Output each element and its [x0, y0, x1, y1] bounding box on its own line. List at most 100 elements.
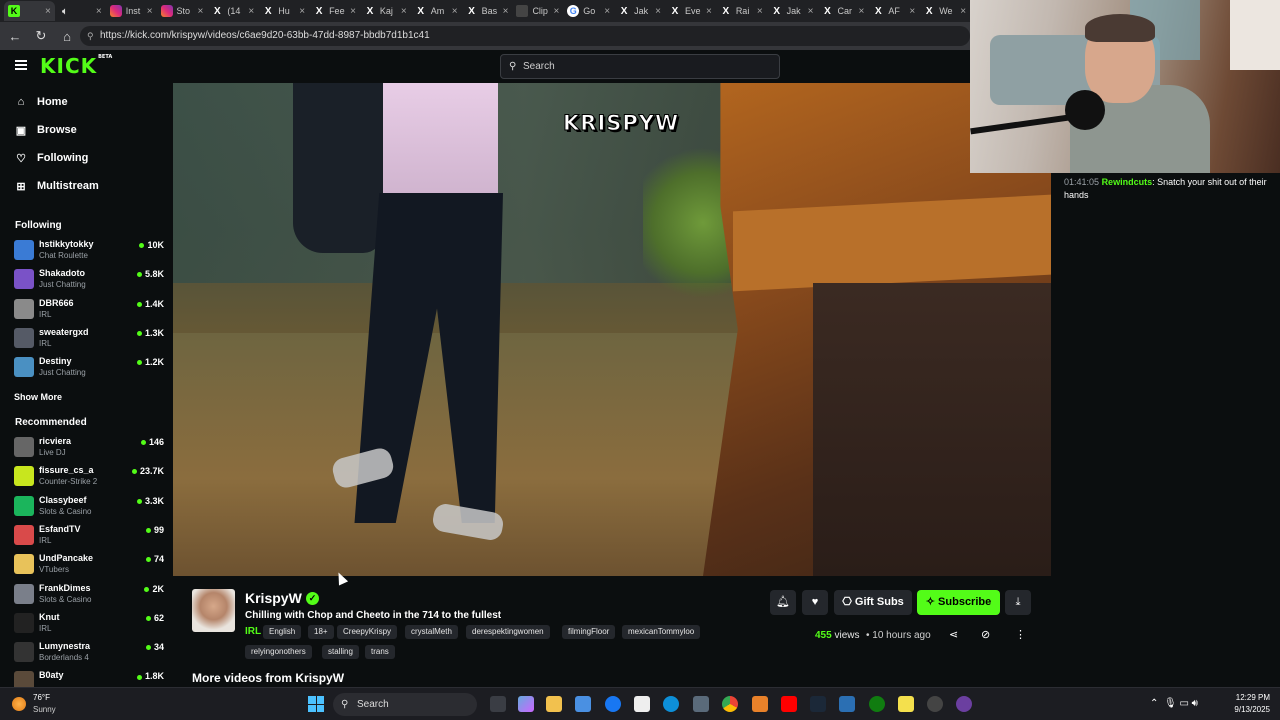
search-input[interactable]: ⚲ Search — [500, 54, 780, 79]
browser-tab[interactable]: X (14 × — [207, 1, 258, 21]
close-tab-icon[interactable]: × — [960, 6, 966, 17]
close-tab-icon[interactable]: × — [808, 6, 814, 17]
sidebar-channel[interactable]: Destiny Just Chatting 1.2K — [14, 355, 164, 381]
browser-tab[interactable]: Sto × — [157, 1, 208, 21]
streamer-avatar[interactable] — [192, 589, 235, 632]
tag-chip[interactable]: CreepyKrispy — [337, 625, 398, 639]
volume-icon[interactable]: 🔊︎ — [1192, 698, 1198, 709]
browser-tab[interactable]: G Go × — [563, 1, 614, 21]
tag-chip[interactable]: stalling — [322, 645, 359, 659]
sidebar-channel[interactable]: Knut IRL 62 — [14, 611, 164, 637]
close-tab-icon[interactable]: × — [198, 6, 204, 17]
notification-bell-button[interactable]: 🔔︎ — [770, 590, 796, 615]
browser-tab[interactable]: X Jak × — [614, 1, 665, 21]
sidebar-channel[interactable]: Classybeef Slots & Casino 3.3K — [14, 494, 164, 520]
show-more-button[interactable]: Show More — [14, 392, 62, 402]
xbox-icon[interactable] — [869, 696, 885, 712]
nav-home[interactable]: ⌂ Home — [15, 93, 68, 111]
address-bar[interactable]: ⚲ https://kick.com/krispyw/videos/c6ae9d… — [80, 26, 970, 46]
close-tab-icon[interactable]: × — [909, 6, 915, 17]
browser-tab[interactable]: X Hu × — [258, 1, 309, 21]
sidebar-channel[interactable]: hstikkytokky Chat Roulette 10K — [14, 238, 164, 264]
taskbar-search[interactable]: ⚲ Search — [333, 693, 477, 716]
video-player[interactable]: KRISPYW — [173, 83, 1051, 576]
tag-chip[interactable]: trans — [365, 645, 395, 659]
follow-heart-button[interactable]: ♥ — [802, 590, 828, 615]
browser-tab[interactable]: Clip × — [512, 1, 563, 21]
subscribe-button[interactable]: ✧ Subscribe — [917, 590, 1000, 615]
reload-icon[interactable]: ↻ — [34, 28, 48, 44]
sidebar-channel[interactable]: B0aty 1.8K — [14, 669, 164, 687]
app-icon[interactable] — [956, 696, 972, 712]
browser-tab[interactable]: X Bas × — [462, 1, 513, 21]
weather-sun-icon[interactable] — [12, 697, 26, 711]
browser-tab[interactable]: 🔈︎ × — [55, 1, 106, 21]
obs-icon[interactable] — [927, 696, 943, 712]
close-tab-icon[interactable]: × — [299, 6, 305, 17]
category-link[interactable]: IRL — [245, 626, 261, 637]
streamer-name[interactable]: KrispyW — [245, 590, 302, 606]
sidebar-channel[interactable]: ricviera Live DJ 146 — [14, 435, 164, 461]
browser-tab[interactable]: X Am × — [411, 1, 462, 21]
browser-tab[interactable]: X Kaj × — [360, 1, 411, 21]
back-icon[interactable]: ← — [8, 29, 22, 44]
amazon-icon[interactable] — [634, 696, 650, 712]
browser-tab[interactable]: X Fee × — [309, 1, 360, 21]
facebook-icon[interactable] — [605, 696, 621, 712]
close-tab-icon[interactable]: × — [45, 6, 51, 17]
tag-chip[interactable]: crystalMeth — [405, 625, 458, 639]
close-tab-icon[interactable]: × — [350, 6, 356, 17]
sidebar-channel[interactable]: sweatergxd IRL 1.3K — [14, 326, 164, 352]
download-button[interactable]: ⤓ — [1005, 590, 1031, 615]
close-tab-icon[interactable]: × — [248, 6, 254, 17]
chrome-icon[interactable] — [722, 696, 738, 712]
tag-chip[interactable]: filmingFloor — [562, 625, 616, 639]
weather-temperature[interactable]: 76°F — [33, 693, 50, 702]
site-info-icon[interactable]: ⚲ — [87, 26, 94, 46]
browser-tab[interactable]: X AF × — [868, 1, 919, 21]
tag-chip[interactable]: relyingonothers — [245, 645, 312, 659]
nav-following[interactable]: ♡ Following — [15, 149, 88, 167]
system-tray[interactable]: ⌃ 🎙︎ ▭ 🔊︎ — [1150, 698, 1198, 709]
share-icon[interactable]: ⋖ — [949, 628, 958, 641]
edge-icon[interactable] — [663, 696, 679, 712]
nav-browse[interactable]: ▣ Browse — [15, 121, 77, 139]
kick-logo[interactable]: KICKBETA — [40, 54, 112, 78]
weather-condition[interactable]: Sunny — [33, 705, 56, 714]
close-tab-icon[interactable]: × — [655, 6, 661, 17]
sidebar-channel[interactable]: Lumynestra Borderlands 4 34 — [14, 640, 164, 666]
sidebar-channel[interactable]: FrankDimes Slots & Casino 2K — [14, 582, 164, 608]
tag-chip[interactable]: 18+ — [308, 625, 334, 639]
sidebar-channel[interactable]: fissure_cs_a Counter-Strike 2 23.7K — [14, 464, 164, 490]
browser-tab[interactable]: X Car × — [818, 1, 869, 21]
close-tab-icon[interactable]: × — [706, 6, 712, 17]
close-tab-icon[interactable]: × — [553, 6, 559, 17]
sidebar-channel[interactable]: Shakadoto Just Chatting 5.8K — [14, 267, 164, 293]
browser-tab[interactable]: K × — [4, 1, 55, 21]
browser-tab[interactable]: X Jak × — [767, 1, 818, 21]
more-options-icon[interactable]: ⋮ — [1015, 628, 1026, 641]
vlc-icon[interactable] — [752, 696, 768, 712]
monitor-icon[interactable]: ▭ — [1179, 698, 1188, 709]
browser-tab[interactable]: X We × — [919, 1, 970, 21]
close-tab-icon[interactable]: × — [96, 6, 102, 17]
file-explorer-icon[interactable] — [546, 696, 562, 712]
taskbar-clock[interactable]: 12:29 PM 9/13/2025 — [1226, 692, 1270, 716]
chat-username[interactable]: Rewindcuts — [1102, 177, 1153, 187]
close-tab-icon[interactable]: × — [604, 6, 610, 17]
close-tab-icon[interactable]: × — [401, 6, 407, 17]
hide-icon[interactable]: ⊘ — [981, 628, 990, 641]
calculator-icon[interactable] — [693, 696, 709, 712]
app-icon[interactable] — [839, 696, 855, 712]
browser-tab[interactable]: Inst × — [106, 1, 157, 21]
chevron-up-icon[interactable]: ⌃ — [1150, 698, 1158, 709]
tag-chip[interactable]: mexicanTommyloo — [622, 625, 701, 639]
start-button[interactable] — [308, 696, 324, 712]
youtube-icon[interactable] — [781, 696, 797, 712]
store-icon[interactable] — [575, 696, 591, 712]
gift-subs-button[interactable]: ⎔ Gift Subs — [834, 590, 912, 615]
close-tab-icon[interactable]: × — [452, 6, 458, 17]
sidebar-channel[interactable]: UndPancake VTubers 74 — [14, 552, 164, 578]
tag-chip[interactable]: English — [263, 625, 302, 639]
browser-tab[interactable]: X Rai × — [716, 1, 767, 21]
